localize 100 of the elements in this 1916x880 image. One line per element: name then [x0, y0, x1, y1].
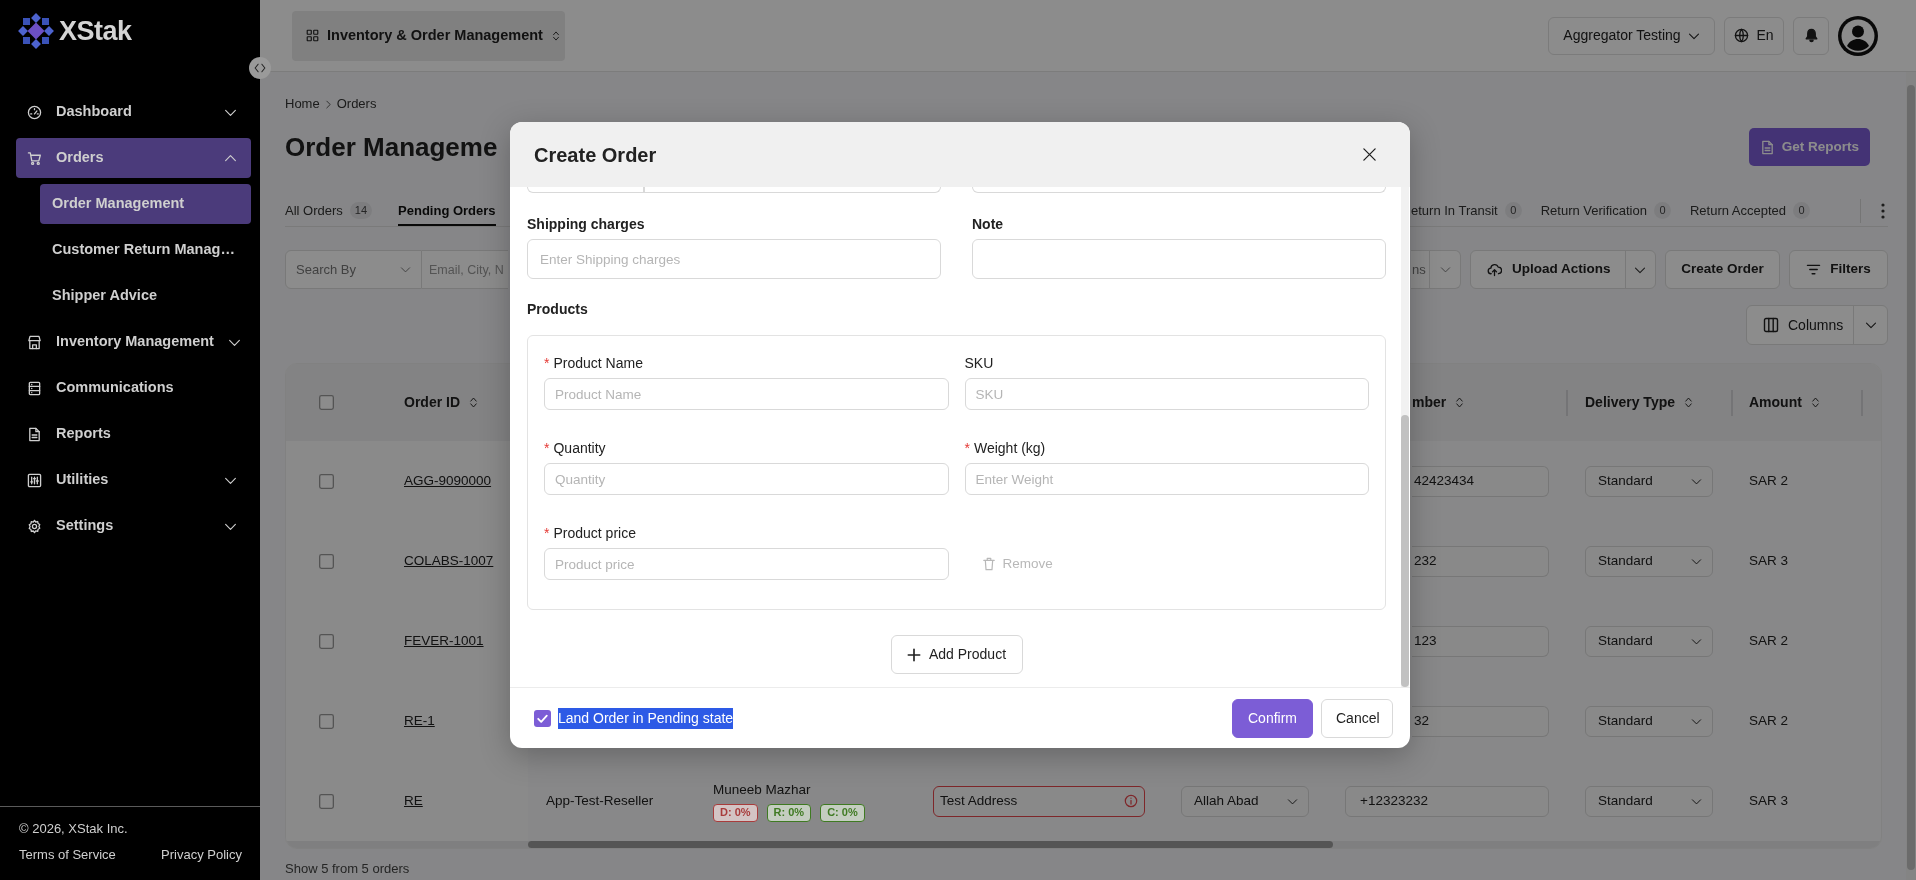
phone-field[interactable]: 232 [1412, 545, 1549, 577]
sidebar-item[interactable]: Dashboard [16, 92, 251, 132]
phone-field[interactable]: +12323232 [1345, 785, 1549, 817]
page-scrollbar[interactable] [1906, 72, 1916, 880]
address-field[interactable]: Test Address [933, 785, 1145, 817]
table-cell-text: SAR 2 [1749, 471, 1789, 490]
copyright-text: © 2026, XStak Inc. [19, 820, 129, 838]
checkbox[interactable] [318, 793, 334, 809]
order-id-link[interactable]: RE [404, 790, 423, 812]
column-header[interactable]: Delivery Type [1585, 392, 1675, 413]
account-select[interactable]: Aggregator Testing [1548, 16, 1715, 55]
delivery-type-select[interactable]: Standard [1585, 625, 1713, 657]
input-field[interactable]: Enter Weight [964, 463, 1369, 495]
filter-select[interactable]: ns [1411, 250, 1461, 289]
cloud-upload-icon [1487, 262, 1502, 277]
table-cell-text: SAR 2 [1749, 631, 1789, 650]
columns-button[interactable]: Columns [1746, 305, 1888, 345]
delivery-type-select[interactable]: Standard [1585, 465, 1713, 497]
field-label: Shipping charges [527, 215, 646, 234]
sidebar-item[interactable]: Orders [16, 138, 251, 178]
horizontal-scrollbar[interactable] [286, 841, 1881, 848]
input-field[interactable]: Product Name [544, 378, 949, 410]
sort-icon [1683, 397, 1694, 408]
phone-field[interactable]: 32 [1412, 705, 1549, 737]
city-select[interactable]: Allah Abad [1181, 785, 1309, 817]
grid-icon [306, 29, 319, 42]
sidebar-subitem[interactable]: Customer Return Manag… [40, 230, 251, 270]
delivery-type-select[interactable]: Standard [1585, 785, 1713, 817]
gear-icon [27, 518, 42, 534]
tab[interactable]: Return Verification 0 [1540, 195, 1671, 226]
sidebar-item[interactable]: Settings [16, 506, 251, 546]
notifications-button[interactable] [1793, 16, 1829, 55]
code-chevrons-icon [254, 62, 266, 74]
create-order-button[interactable]: Create Order [1665, 250, 1780, 289]
column-header[interactable]: mber [1412, 392, 1447, 413]
sidebar-toggle[interactable] [249, 57, 271, 79]
language-select[interactable]: En [1724, 16, 1784, 55]
phone-field[interactable]: 123 [1412, 625, 1549, 657]
breadcrumb-item[interactable]: Home [285, 94, 320, 114]
checkbox-label[interactable]: Land Order in Pending state [558, 707, 734, 729]
sidebar-item[interactable]: Inventory Management [16, 322, 251, 362]
column-header[interactable]: Amount [1749, 392, 1802, 413]
orders-count-text: Show 5 from 5 orders [285, 861, 411, 877]
checkbox[interactable] [318, 713, 334, 729]
tab[interactable]: All Orders 14 [285, 195, 373, 226]
sidebar-subitem[interactable]: Order Management [40, 184, 251, 224]
checkbox[interactable] [318, 553, 334, 569]
field-label: * Product price [544, 524, 637, 543]
stat-tag: C: 0% [820, 803, 865, 822]
checkbox[interactable] [534, 709, 551, 727]
field-label: * Quantity [544, 439, 607, 458]
input-field[interactable]: Enter Shipping charges [527, 239, 941, 279]
section-label: Products [527, 300, 589, 319]
sidebar-item[interactable]: Communications [16, 368, 251, 408]
search-by-select[interactable]: Search By [285, 250, 422, 289]
checkbox[interactable] [318, 473, 334, 489]
footer-link[interactable]: Terms of Service [19, 844, 116, 864]
sidebar-item[interactable]: Reports [16, 414, 251, 454]
field-label: * Product Name [544, 354, 644, 373]
close-icon [1362, 147, 1377, 162]
sidebar-subitem[interactable]: Shipper Advice [40, 276, 251, 316]
plus-icon [906, 647, 921, 662]
columns-icon [1763, 317, 1779, 333]
tab[interactable]: Pending Orders [398, 195, 496, 226]
input-field[interactable]: Quantity [544, 463, 949, 495]
breadcrumb-item: Orders [336, 95, 377, 114]
checkbox[interactable] [318, 633, 334, 649]
avatar-icon[interactable] [1838, 15, 1878, 56]
add-product-button[interactable]: Add Product [890, 635, 1023, 674]
sidebar-item[interactable]: Utilities [16, 460, 251, 500]
stat-tag: D: 0% [713, 803, 758, 822]
sort-icon [1809, 397, 1821, 408]
footer-link[interactable]: Privacy Policy [161, 844, 242, 864]
input-field[interactable]: SKU [964, 378, 1369, 410]
upload-actions-button[interactable]: Upload Actions [1470, 250, 1656, 289]
phone-field[interactable]: 42423434 [1412, 465, 1549, 497]
input-field[interactable] [972, 239, 1386, 279]
column-header[interactable]: Order ID [404, 392, 460, 413]
delivery-type-select[interactable]: Standard [1585, 705, 1713, 737]
field-label: SKU [964, 354, 995, 373]
order-id-link[interactable]: AGG-9090000 [404, 470, 492, 492]
field-label: * Weight (kg) [964, 439, 1047, 458]
order-id-link[interactable]: RE-1 [404, 710, 435, 732]
close-button[interactable] [1362, 147, 1377, 162]
order-id-link[interactable]: FEVER-1001 [404, 630, 484, 652]
cancel-button[interactable]: Cancel [1321, 698, 1393, 738]
checkbox[interactable] [318, 395, 334, 410]
app-switcher[interactable]: Inventory & Order Management [292, 10, 565, 61]
order-id-link[interactable]: COLABS-1007 [404, 550, 494, 572]
more-icon [1881, 202, 1885, 219]
trash-icon [981, 557, 996, 571]
input-field[interactable]: Product price [544, 548, 949, 580]
delivery-type-select[interactable]: Standard [1585, 545, 1713, 577]
confirm-button[interactable]: Confirm [1232, 698, 1313, 738]
document-icon [27, 426, 42, 442]
tab[interactable]: Return Accepted 0 [1689, 195, 1811, 226]
tab[interactable]: eturn In Transit 0 [1411, 195, 1522, 226]
filters-button[interactable]: Filters [1789, 250, 1888, 289]
get-reports-button[interactable]: Get Reports [1748, 128, 1870, 166]
dialog-scrollbar[interactable] [1401, 187, 1409, 687]
